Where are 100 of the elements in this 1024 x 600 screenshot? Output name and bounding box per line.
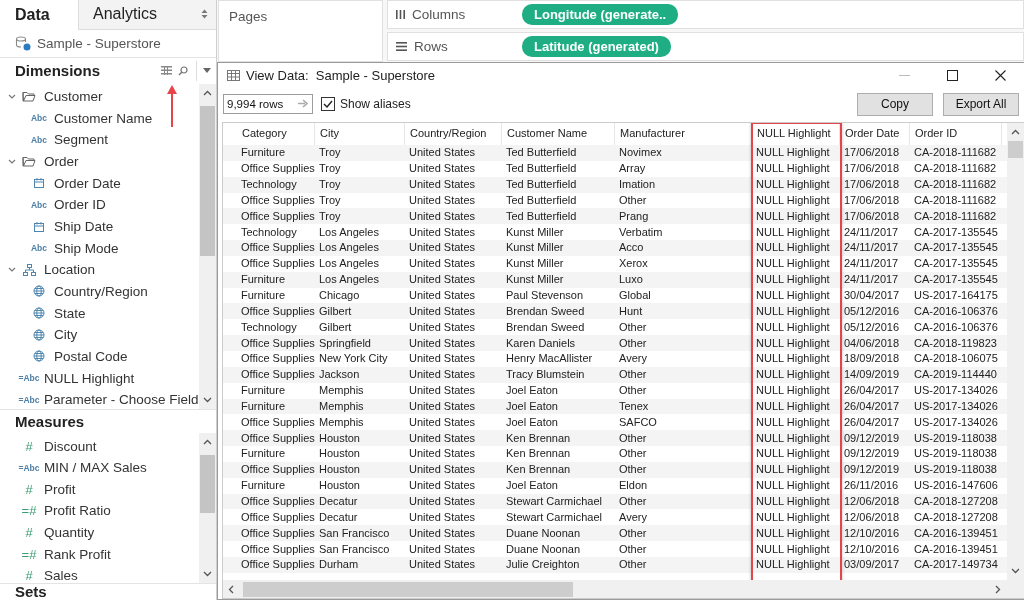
scroll-up-icon[interactable] — [203, 439, 212, 446]
checkbox-label[interactable]: Show aliases — [340, 97, 411, 111]
table-cell-text: Office Supplies — [240, 351, 315, 367]
table-cell-text: Troy — [318, 145, 342, 161]
scroll-thumb[interactable] — [1008, 141, 1023, 158]
table-cell-text: 12/06/2018 — [843, 494, 901, 509]
field-item[interactable]: Profit Ratio — [44, 503, 111, 519]
field-item[interactable]: Profit — [44, 481, 76, 497]
scroll-up-icon[interactable] — [203, 89, 212, 96]
chevron-icon[interactable] — [8, 93, 16, 100]
chevron-icon[interactable] — [8, 266, 16, 273]
table-cell-text: United States — [408, 335, 477, 351]
scroll-down-icon[interactable] — [203, 397, 212, 404]
field-item[interactable]: City — [54, 327, 78, 343]
caret-icon[interactable] — [203, 68, 211, 74]
maximize-icon — [946, 70, 958, 81]
scroll-down-icon[interactable] — [203, 571, 212, 577]
table-cell-text: Troy — [318, 177, 342, 193]
scroll-left-icon[interactable] — [228, 584, 234, 594]
table-cell-text: Office Supplies — [240, 494, 315, 509]
table-cell-text: NULL Highlight — [755, 319, 831, 335]
scroll-thumb[interactable] — [243, 581, 573, 597]
table-cell-text: Stewart Carmichael — [505, 494, 603, 509]
globe-icon — [33, 328, 45, 341]
datasource-name[interactable]: Sample - Superstore — [37, 35, 161, 51]
table-cell-text: 26/04/2017 — [843, 398, 901, 414]
table-cell-text: NULL Highlight — [755, 509, 831, 525]
table-cell-text: 24/11/2017 — [843, 240, 900, 256]
field-item[interactable]: Customer — [44, 89, 103, 105]
field-item[interactable]: MIN / MAX Sales — [44, 460, 147, 476]
field-item[interactable]: Quantity — [44, 525, 95, 541]
table-cell-text: US-2019-118038 — [913, 462, 998, 478]
table-cell-text: 05/12/2016 — [843, 319, 901, 335]
type-label: =# — [21, 546, 37, 562]
table-cell-text: Decatur — [318, 509, 359, 525]
scrollbar[interactable] — [199, 433, 216, 583]
field-item[interactable]: Ship Mode — [54, 240, 119, 256]
table-cell-text: US-2017-134026 — [913, 414, 999, 430]
table-cell-text: Ted Butterfield — [505, 145, 578, 161]
field-item[interactable]: Sales — [44, 568, 78, 583]
table-cell-text: Other — [618, 319, 648, 335]
grid-icon[interactable] — [161, 66, 172, 76]
annotation-arrow — [166, 84, 178, 128]
table-cell-text: United States — [408, 557, 477, 573]
checkbox[interactable] — [321, 97, 335, 111]
table-cell-text: Brendan Sweed — [505, 303, 586, 319]
scroll-right-icon[interactable] — [995, 584, 1001, 594]
table-cell-text: Furniture — [240, 478, 287, 494]
table-cell-text: NULL Highlight — [755, 224, 831, 240]
table-cell-text: Avery — [618, 351, 648, 367]
field-item[interactable]: NULL Highlight — [44, 370, 135, 386]
table-cell-text: 26/11/2016 — [843, 478, 900, 494]
field-item[interactable]: Postal Code — [54, 348, 128, 364]
field-item[interactable]: Order — [44, 154, 79, 170]
globe-icon — [33, 285, 45, 298]
field-item[interactable]: Order Date — [54, 175, 121, 191]
rows-field[interactable]: 9,994 rows — [223, 94, 313, 114]
table-cell-text: Los Angeles — [318, 256, 380, 272]
scroll-up-icon[interactable] — [1011, 129, 1020, 135]
table-cell-text: 03/09/2017 — [843, 557, 901, 573]
action-button[interactable]: Copy — [857, 92, 933, 116]
field-item[interactable]: Segment — [54, 132, 109, 148]
scrollbar[interactable] — [199, 83, 216, 410]
table-cell-text: Troy — [318, 208, 342, 224]
sort-arrows-icon[interactable] — [201, 9, 208, 20]
table-cell-text: 24/11/2017 — [843, 224, 900, 240]
scroll-down-icon[interactable] — [1011, 568, 1020, 574]
field-item[interactable]: Discount — [44, 438, 97, 454]
table-cell-text: United States — [408, 177, 477, 193]
table-cell-text: San Francisco — [318, 525, 391, 541]
field-item[interactable]: State — [54, 305, 86, 321]
field-item[interactable]: Parameter - Choose Field — [44, 392, 199, 408]
field-item[interactable]: Customer Name — [54, 110, 153, 126]
table-cell-text: Avery — [618, 509, 648, 525]
table-cell-text: Kunst Miller — [505, 272, 565, 288]
chevron-icon[interactable] — [8, 158, 16, 165]
type-label: # — [25, 481, 33, 497]
table-cell-text: Other — [618, 525, 648, 541]
table-cell-text: United States — [408, 192, 477, 208]
field-item[interactable]: Rank Profit — [44, 546, 111, 562]
panel-tab[interactable]: Data — [0, 0, 78, 30]
field-item[interactable]: Country/Region — [54, 283, 148, 299]
action-button[interactable]: Export All — [943, 92, 1019, 116]
scrollbar[interactable] — [223, 580, 1007, 598]
table-cell-text: CA-2018-111682 — [913, 161, 998, 177]
scrollbar[interactable] — [1007, 123, 1024, 580]
field-item[interactable]: Order ID — [54, 197, 106, 213]
table-cell-text: Office Supplies — [240, 462, 315, 478]
field-item[interactable]: Location — [44, 262, 96, 278]
field-item[interactable]: Ship Date — [54, 219, 114, 234]
table-cell-text: Karen Daniels — [505, 335, 577, 351]
table-cell-text: Los Angeles — [318, 240, 380, 256]
table-cell-text: CA-2018-111682 — [913, 145, 998, 161]
table-cell-text: United States — [408, 351, 477, 367]
table-cell-text: Memphis — [318, 398, 365, 414]
search-icon[interactable] — [178, 65, 188, 76]
table-cell-text: Office Supplies — [240, 525, 315, 541]
table-cell-text: NULL Highlight — [755, 541, 831, 557]
arrow-right-icon[interactable] — [298, 99, 309, 108]
minimize-icon — [898, 75, 910, 76]
